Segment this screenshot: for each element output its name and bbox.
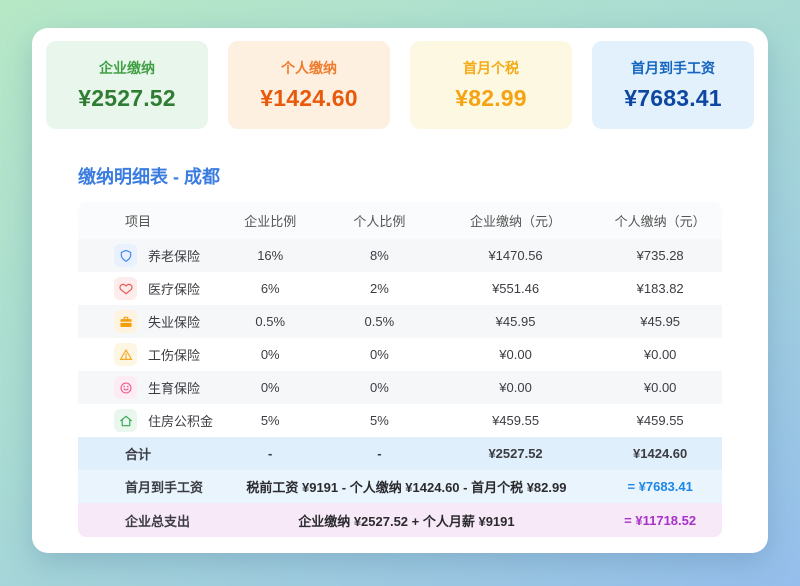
heart-icon xyxy=(114,277,137,300)
table-header-row: 项目 企业比例 个人比例 企业缴纳（元） 个人缴纳（元） xyxy=(78,202,722,239)
net-salary-row-label: 首月到手工资 xyxy=(78,470,215,503)
company-rate-cell: 16% xyxy=(215,239,326,272)
personal-amount-cell: ¥183.82 xyxy=(598,272,722,305)
item-label: 工伤保险 xyxy=(148,345,200,364)
personal-contribution-label: 个人缴纳 xyxy=(281,58,337,78)
company-rate-cell: 5% xyxy=(215,404,326,437)
item-label: 失业保险 xyxy=(148,312,200,331)
item-label: 医疗保险 xyxy=(148,279,200,298)
smiley-face-icon xyxy=(114,376,137,399)
header-personal-amount: 个人缴纳（元） xyxy=(598,202,722,239)
personal-amount-cell: ¥0.00 xyxy=(598,371,722,404)
net-salary-formula: 税前工资 ¥9191 - 个人缴纳 ¥1424.60 - 首月个税 ¥82.99 xyxy=(215,470,599,503)
company-amount-cell: ¥0.00 xyxy=(433,371,599,404)
company-total-row: 企业总支出 企业缴纳 ¥2527.52 + 个人月薪 ¥9191 = ¥1171… xyxy=(78,503,722,537)
company-rate-cell: 6% xyxy=(215,272,326,305)
table-row-medical: 医疗保险 6% 2% ¥551.46 ¥183.82 xyxy=(78,272,722,305)
table-row-pension: 养老保险 16% 8% ¥1470.56 ¥735.28 xyxy=(78,239,722,272)
first-month-tax-label: 首月个税 xyxy=(463,58,519,78)
header-company-rate: 企业比例 xyxy=(215,202,326,239)
personal-rate-cell: 8% xyxy=(326,239,433,272)
company-amount-cell: ¥1470.56 xyxy=(433,239,599,272)
company-rate-cell: 0% xyxy=(215,338,326,371)
company-amount-cell: ¥459.55 xyxy=(433,404,599,437)
net-salary-value: ¥7683.41 xyxy=(624,85,722,112)
warning-triangle-icon xyxy=(114,343,137,366)
total-row: 合计 - - ¥2527.52 ¥1424.60 xyxy=(78,437,722,470)
personal-amount-cell: ¥459.55 xyxy=(598,404,722,437)
briefcase-icon xyxy=(114,310,137,333)
item-label: 住房公积金 xyxy=(148,411,213,430)
personal-contribution-value: ¥1424.60 xyxy=(260,85,358,112)
total-label: 合计 xyxy=(78,437,215,470)
first-month-tax-card: 首月个税 ¥82.99 xyxy=(410,41,572,129)
table-row-housing-fund: 住房公积金 5% 5% ¥459.55 ¥459.55 xyxy=(78,404,722,437)
item-label: 养老保险 xyxy=(148,246,200,265)
net-salary-result: = ¥7683.41 xyxy=(598,470,722,503)
table-row-unemployment: 失业保险 0.5% 0.5% ¥45.95 ¥45.95 xyxy=(78,305,722,338)
home-icon xyxy=(114,409,137,432)
company-total-result: = ¥11718.52 xyxy=(598,503,722,537)
personal-amount-cell: ¥45.95 xyxy=(598,305,722,338)
first-month-tax-value: ¥82.99 xyxy=(455,85,527,112)
header-item: 项目 xyxy=(78,202,215,239)
total-personal-rate: - xyxy=(326,437,433,470)
net-salary-card: 首月到手工资 ¥7683.41 xyxy=(592,41,754,129)
table-row-maternity: 生育保险 0% 0% ¥0.00 ¥0.00 xyxy=(78,371,722,404)
personal-rate-cell: 0% xyxy=(326,338,433,371)
header-personal-rate: 个人比例 xyxy=(326,202,433,239)
total-personal-amount: ¥1424.60 xyxy=(598,437,722,470)
company-amount-cell: ¥0.00 xyxy=(433,338,599,371)
personal-amount-cell: ¥735.28 xyxy=(598,239,722,272)
table-row-injury: 工伤保险 0% 0% ¥0.00 ¥0.00 xyxy=(78,338,722,371)
personal-rate-cell: 5% xyxy=(326,404,433,437)
company-rate-cell: 0% xyxy=(215,371,326,404)
company-total-label: 企业总支出 xyxy=(78,503,215,537)
personal-rate-cell: 0.5% xyxy=(326,305,433,338)
shield-icon xyxy=(114,244,137,267)
personal-rate-cell: 2% xyxy=(326,272,433,305)
summary-cards-row: 企业缴纳 ¥2527.52 个人缴纳 ¥1424.60 首月个税 ¥82.99 … xyxy=(46,41,754,129)
net-salary-row: 首月到手工资 税前工资 ¥9191 - 个人缴纳 ¥1424.60 - 首月个税… xyxy=(78,470,722,503)
total-company-amount: ¥2527.52 xyxy=(433,437,599,470)
company-amount-cell: ¥551.46 xyxy=(433,272,599,305)
company-contribution-label: 企业缴纳 xyxy=(99,58,155,78)
company-contribution-value: ¥2527.52 xyxy=(78,85,176,112)
total-company-rate: - xyxy=(215,437,326,470)
item-label: 生育保险 xyxy=(148,378,200,397)
company-amount-cell: ¥45.95 xyxy=(433,305,599,338)
calculator-result-card: 企业缴纳 ¥2527.52 个人缴纳 ¥1424.60 首月个税 ¥82.99 … xyxy=(32,28,768,553)
net-salary-label: 首月到手工资 xyxy=(631,58,715,78)
section-title: 缴纳明细表 - 成都 xyxy=(78,163,754,189)
personal-rate-cell: 0% xyxy=(326,371,433,404)
personal-amount-cell: ¥0.00 xyxy=(598,338,722,371)
header-company-amount: 企业缴纳（元） xyxy=(433,202,599,239)
personal-contribution-card: 个人缴纳 ¥1424.60 xyxy=(228,41,390,129)
company-contribution-card: 企业缴纳 ¥2527.52 xyxy=(46,41,208,129)
contribution-detail-table: 项目 企业比例 个人比例 企业缴纳（元） 个人缴纳（元） 养老保险 xyxy=(78,202,722,537)
company-rate-cell: 0.5% xyxy=(215,305,326,338)
company-total-formula: 企业缴纳 ¥2527.52 + 个人月薪 ¥9191 xyxy=(215,503,599,537)
